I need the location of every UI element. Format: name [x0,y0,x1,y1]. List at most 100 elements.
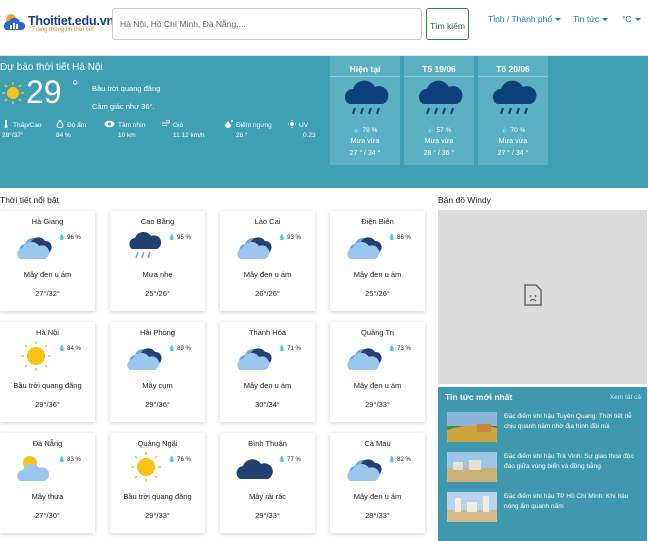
city-rain-chance: 💧 86 % [388,235,411,241]
windy-map[interactable] [438,210,647,384]
forecast-card[interactable]: T5 19/06 💧 57 % Mưa vừa 28 ° / 36 ° [404,56,475,165]
news-thumbnail [447,452,497,482]
city-condition: Mây đen u ám [353,270,402,279]
city-name: Thanh Hóa [248,328,287,337]
city-name: Đà Nẵng [32,439,63,448]
city-condition: Mây đen u ám [23,270,72,279]
chevron-down-icon [555,18,562,22]
stat-wind: Gió 11.12 km/h [162,120,222,139]
current-title: Dự báo thời tiết Hà Nội [0,62,103,73]
city-temp-range: 27°/30° [35,511,60,520]
city-rain-chance: 💧 84 % [58,346,81,352]
city-card[interactable]: Thanh Hóa 💧 71 % Mây đen u ám 30°/34° [220,322,315,422]
city-name: Bình Thuận [248,439,287,448]
forecast-card[interactable]: Hiện tại 💧 78 % Mưa vừa 27 ° / 34 ° [330,56,401,165]
news-item[interactable]: Đặc điểm khí hậu Tuyên Quang: Thời tiết … [447,412,643,444]
city-name: Quảng Ngãi [137,439,178,448]
city-temp-range: 29°/33° [145,511,170,520]
feels-like: Cảm giác như 36°. [92,102,155,111]
cloud-logo-icon [4,14,26,30]
city-name: Hà Giang [31,217,64,226]
overcast-weather-icon [127,348,162,370]
see-all-link[interactable]: Xem tất cả [610,394,641,401]
stat-uv: UV 0.23 [288,120,320,139]
current-condition: Bầu trời quang đãng [92,84,161,93]
site-logo[interactable]: Thoitiet.edu.vn Trang thông tin thời tiế… [2,10,114,36]
wind-icon [162,120,170,126]
news-thumbnail [447,492,497,522]
overcast-weather-icon [347,348,382,370]
city-card[interactable]: Quảng Ngãi 💧 76 % Bầu trời quang đãng 29°/3… [110,433,205,533]
city-temp-range: 29°/36° [145,400,170,409]
city-temp-range: 30°/34° [255,400,280,409]
overcast-weather-icon [237,348,272,370]
nav-unit[interactable]: °C [622,14,641,24]
city-card[interactable]: Hải Phòng 💧 89 % Mây cụm 29°/36° [110,322,205,422]
city-temp-range: 26°/26° [255,289,280,298]
city-name: Quảng Trị [361,328,394,337]
sun-weather-icon [21,341,51,371]
city-temp-range: 29°/36° [35,400,60,409]
city-rain-chance: 💧 96 % [58,235,81,241]
city-temp-range: 29°/33° [255,511,280,520]
map-title: Bản đồ Windy [438,195,491,205]
current-temperature: 29 [26,74,62,110]
rain-cloud-icon [418,80,463,115]
city-temp-range: 29°/33° [365,400,390,409]
nav-province[interactable]: Tỉnh / Thành phố [488,14,562,24]
forecast-card[interactable]: T6 20/06 💧 70 % Mưa vừa 27 ° / 34 ° [478,56,549,165]
city-rain-chance: 💧 93 % [278,235,301,241]
thermometer-icon [4,120,8,128]
city-card[interactable]: Lào Cai 💧 93 % Mây đen u ám 26°/26° [220,211,315,311]
city-rain-chance: 💧 95 % [168,235,191,241]
news-item[interactable]: Đặc điểm khí hậu TP Hồ Chí Minh: Khí hậu… [447,492,643,524]
city-card[interactable]: Bình Thuận 💧 77 % Mây rải rác 29°/33° [220,433,315,533]
city-condition: Bầu trời quang đãng [13,381,82,390]
city-card[interactable]: Quảng Trị 💧 73 % Mây đen u ám 29°/33° [330,322,425,422]
city-temp-range: 25°/26° [365,289,390,298]
dewpoint-icon [225,120,233,128]
city-rain-chance: 💧 89 % [168,346,191,352]
city-card[interactable]: Cao Bằng 💧 95 % Mưa nhẹ 25°/26° [110,211,205,311]
suncloud-weather-icon [17,456,50,481]
city-rain-chance: 💧 73 % [388,346,411,352]
city-card[interactable]: Hà Nội 💧 84 % Bầu trời quang đãng 29°/36° [0,322,95,422]
city-name: Hải Phòng [139,328,176,337]
city-condition: Mây thưa [31,492,64,501]
stat-visibility: Tầm nhìn 10 km [104,120,160,139]
city-condition: Mưa nhẹ [142,270,173,279]
current-weather-panel: Dự báo thời tiết Hà Nội 29 ° Bầu trời qu… [0,56,648,188]
darkcloud-weather-icon [236,459,273,479]
city-name: Lào Cai [254,217,281,226]
city-name: Hà Nội [36,328,59,337]
highlight-title: Thời tiết nổi bật [0,195,59,205]
city-rain-chance: 💧 71 % [278,346,301,352]
city-card[interactable]: Đà Nẵng 💧 83 % Mây thưa 27°/30° [0,433,95,533]
news-thumbnail [447,412,497,442]
nav-news[interactable]: Tin tức [573,14,609,24]
stat-humidity: Độ ẩm 84 % [56,120,87,139]
rain-weather-icon [129,231,162,259]
logo-tagline: Trang thông tin thời tiết [32,27,94,33]
news-item[interactable]: Đặc điểm khí hậu Trà Vinh: Sự giao thoa … [447,452,643,484]
city-condition: Mây cụm [142,381,173,390]
search-input[interactable] [112,8,422,40]
city-condition: Mây rải rác [248,492,287,501]
broken-document-icon [524,284,542,306]
stat-low-high: Thấp/Cao 28°/37° [2,120,42,139]
city-condition: Mây đen u ám [353,492,402,501]
city-card[interactable]: Hà Giang 💧 96 % Mây đen u ám 27°/32° [0,211,95,311]
humidity-icon [56,120,64,128]
latest-news-panel: Tin tức mới nhất Xem tất cả Đặc điểm khí… [438,387,647,541]
city-name: Cao Bằng [140,217,175,226]
site-header: Thoitiet.edu.vn Trang thông tin thời tiế… [0,0,648,56]
city-card[interactable]: Cà Mau 💧 82 % Mây đen u ám 28°/33° [330,433,425,533]
city-card[interactable]: Điện Biên 💧 86 % Mây đen u ám 25°/26° [330,211,425,311]
chevron-down-icon [602,18,609,22]
uv-icon [288,120,296,128]
city-condition: Mây đen u ám [243,270,292,279]
search-button[interactable]: Tìm kiếm [426,8,469,40]
sun-weather-icon [131,452,161,482]
city-rain-chance: 💧 76 % [168,457,191,463]
city-rain-chance: 💧 77 % [278,457,301,463]
